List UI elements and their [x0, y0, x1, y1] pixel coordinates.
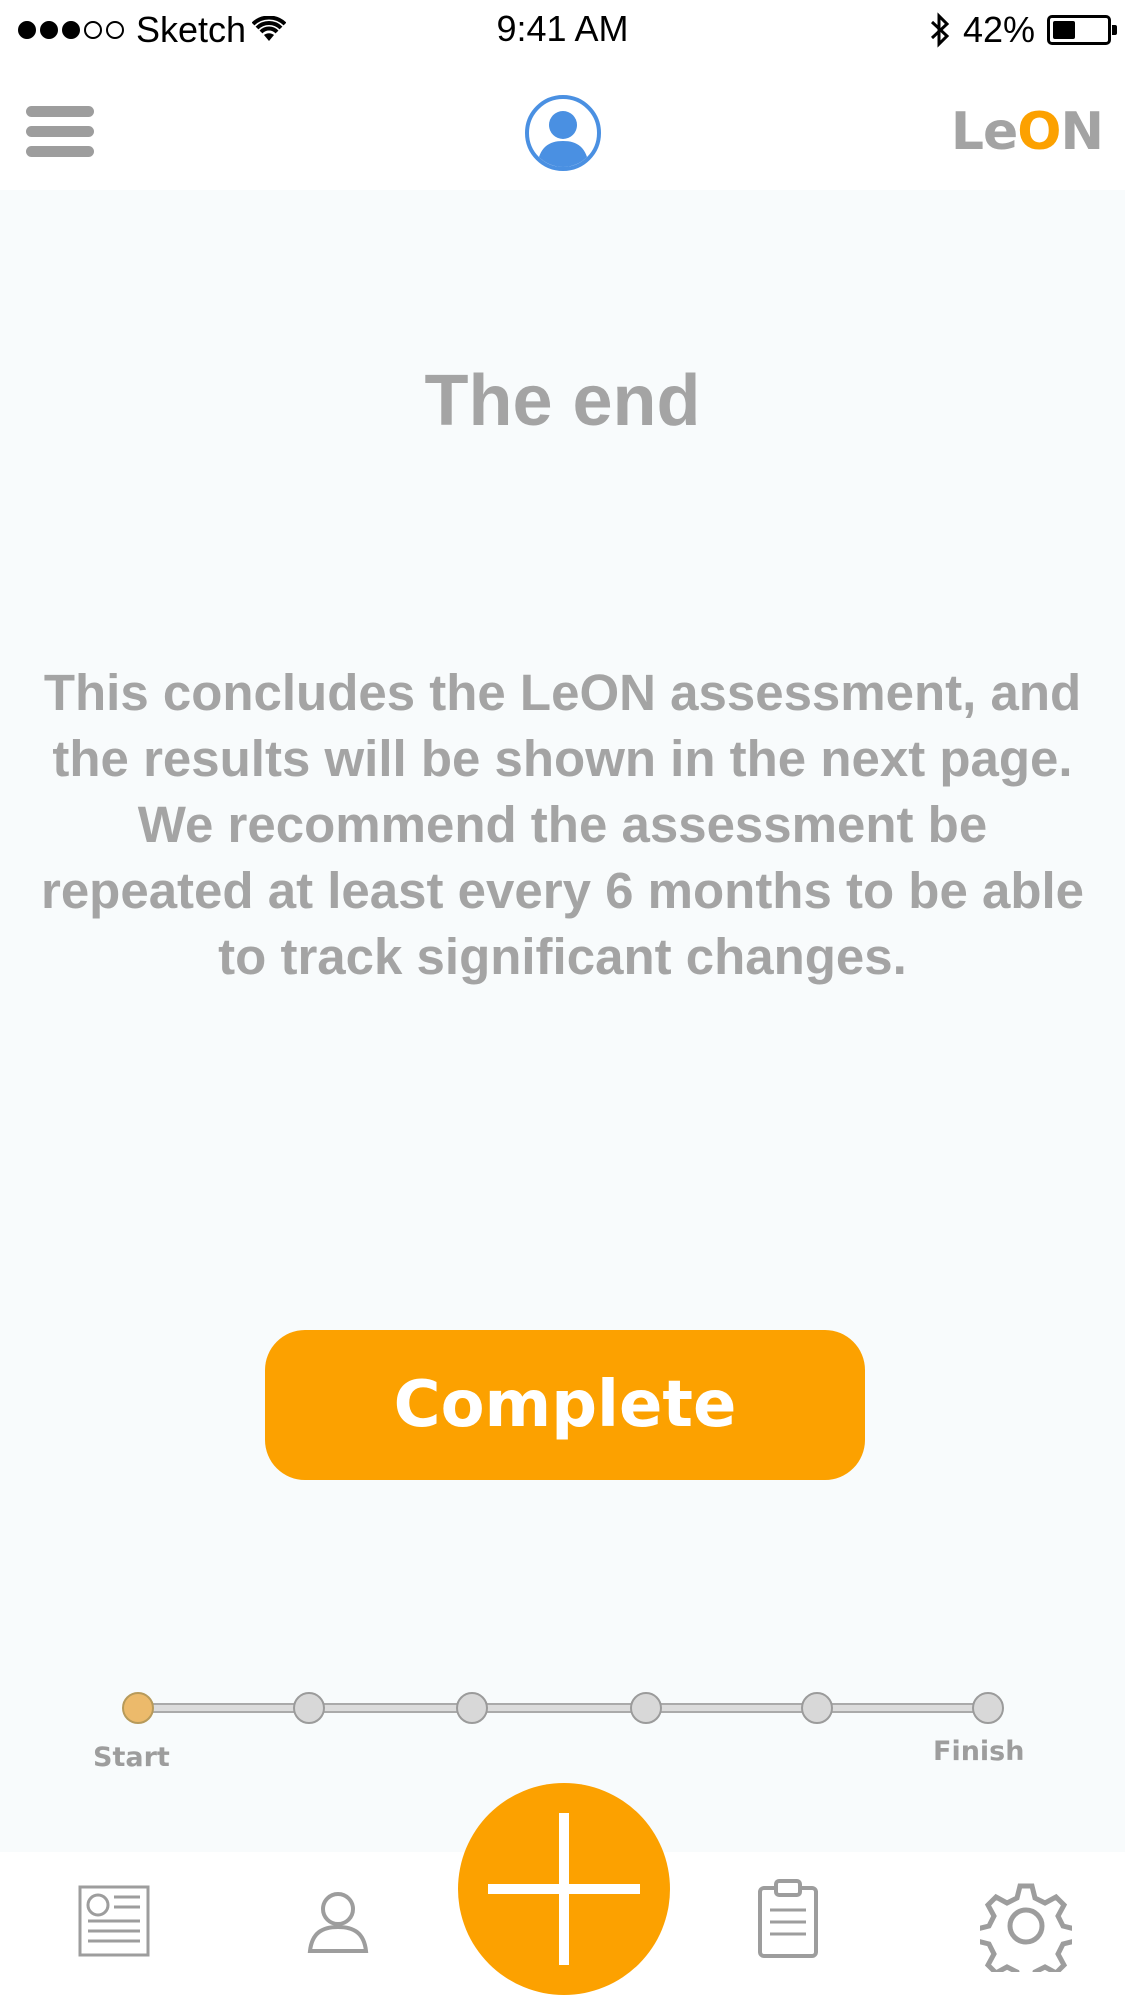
- progress-step-3: [456, 1692, 488, 1724]
- clipboard-icon[interactable]: [756, 1878, 820, 1958]
- progress-track: [138, 1703, 988, 1713]
- top-nav-bar: LeON: [0, 60, 1125, 190]
- user-silhouette-icon: [537, 111, 589, 167]
- progress-step-6: [972, 1692, 1004, 1724]
- profile-icon[interactable]: [306, 1889, 370, 1953]
- leon-logo: LeON: [950, 102, 1104, 162]
- logo-o: O: [1017, 102, 1061, 162]
- news-icon[interactable]: [78, 1885, 150, 1957]
- progress-step-5: [801, 1692, 833, 1724]
- logo-prefix: Le: [950, 102, 1018, 162]
- progress-step-2: [293, 1692, 325, 1724]
- plus-icon-vertical: [559, 1813, 569, 1965]
- bluetooth-icon: [930, 12, 950, 48]
- menu-line: [26, 106, 94, 117]
- add-button[interactable]: [458, 1783, 670, 1995]
- progress-start-label: Start: [93, 1742, 170, 1773]
- logo-suffix: N: [1060, 102, 1104, 162]
- battery-percentage: 42%: [962, 9, 1035, 50]
- progress-finish-label: Finish: [933, 1736, 1025, 1767]
- progress-step-1: [122, 1692, 154, 1724]
- progress-step-4: [630, 1692, 662, 1724]
- menu-line: [26, 126, 94, 137]
- battery-level: [1053, 21, 1075, 39]
- battery-nub: [1112, 25, 1117, 35]
- status-bar: Sketch 9:41 AM 42%: [0, 0, 1125, 60]
- progress-stepper: Start Finish: [0, 1680, 1125, 1790]
- conclusion-message: This concludes the LeON assessment, and …: [40, 664, 1085, 985]
- menu-line: [26, 146, 94, 157]
- status-right: 42%: [929, 8, 1117, 52]
- page-title: The end: [424, 361, 701, 441]
- battery-icon: [1047, 15, 1117, 45]
- user-avatar-icon[interactable]: [525, 95, 601, 171]
- gear-icon[interactable]: [980, 1880, 1072, 1972]
- hamburger-menu-icon[interactable]: [26, 106, 94, 160]
- complete-button[interactable]: Complete: [265, 1330, 865, 1480]
